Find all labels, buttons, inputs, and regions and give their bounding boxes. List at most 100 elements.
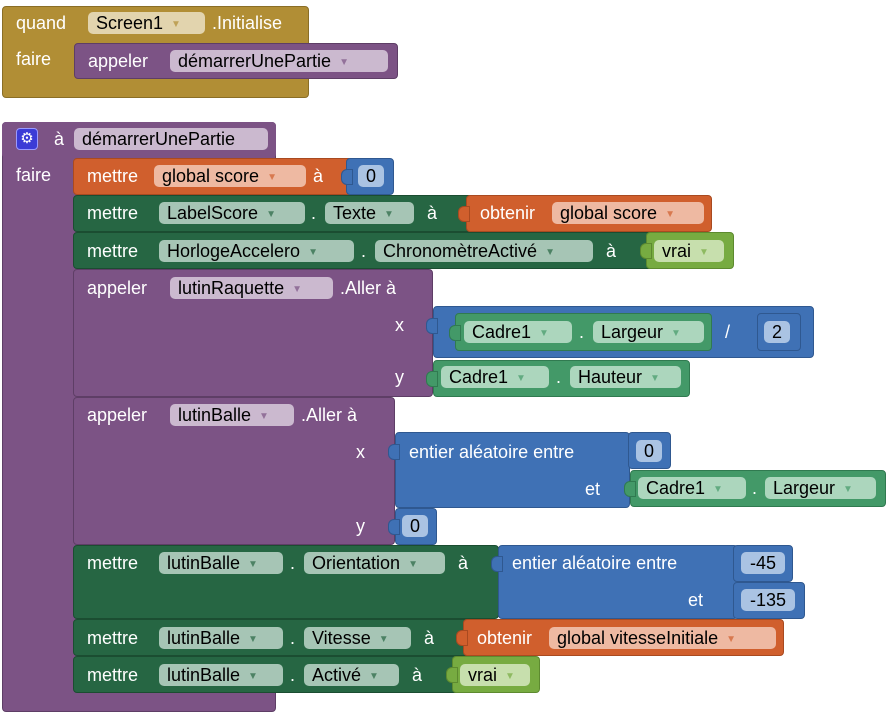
- socket-connector: [446, 667, 458, 683]
- random-label: entier aléatoire entre: [512, 553, 678, 573]
- variable-name: global vitesseInitiale: [557, 628, 719, 648]
- to-label: à: [424, 628, 435, 648]
- variable-dropdown-global-vitesseinitiale[interactable]: global vitesseInitiale ▼: [549, 627, 776, 649]
- number-value[interactable]: -135: [741, 589, 795, 611]
- property-name: Activé: [312, 665, 362, 685]
- and-label: et: [585, 479, 601, 499]
- property-dropdown-active[interactable]: Activé ▼: [304, 664, 399, 686]
- socket-connector: [491, 556, 503, 572]
- dot-separator: .: [290, 553, 296, 573]
- x-label: x: [356, 442, 365, 462]
- divide-operator: /: [725, 322, 731, 342]
- component-name: lutinRaquette: [178, 278, 285, 298]
- property-dropdown-hauteur[interactable]: Hauteur ▼: [570, 366, 681, 388]
- variable-dropdown-global-score[interactable]: global score ▼: [552, 202, 704, 224]
- set-label: mettre: [87, 628, 139, 648]
- to-label: à: [606, 241, 617, 261]
- property-dropdown-texte[interactable]: Texte ▼: [325, 202, 414, 224]
- component-name: lutinBalle: [178, 405, 252, 425]
- number-value[interactable]: 0: [636, 440, 662, 462]
- event-name: .Initialise: [212, 13, 283, 33]
- number-value[interactable]: -45: [741, 552, 785, 574]
- component-name: Cadre1: [472, 322, 532, 342]
- boolean-value: vrai: [468, 665, 498, 685]
- x-label: x: [395, 315, 404, 335]
- dot-separator: .: [752, 478, 758, 498]
- procedure-dropdown[interactable]: démarrerUnePartie ▼: [170, 50, 388, 72]
- dropdown-arrow-icon: ▼: [248, 634, 258, 645]
- dot-separator: .: [579, 322, 585, 342]
- number-value[interactable]: 2: [764, 321, 790, 343]
- component-name: Cadre1: [646, 478, 706, 498]
- dropdown-arrow-icon: ▼: [339, 57, 349, 68]
- to-label: à: [458, 553, 469, 573]
- component-dropdown-lutinballe[interactable]: lutinBalle ▼: [159, 664, 283, 686]
- method-name: .Aller à: [301, 405, 358, 425]
- property-name: Orientation: [312, 553, 401, 573]
- socket-connector: [341, 169, 353, 185]
- boolean-value: vrai: [662, 241, 692, 261]
- procedure-name: démarrerUnePartie: [82, 129, 236, 149]
- set-label: mettre: [87, 665, 139, 685]
- call-label: appeler: [87, 405, 148, 425]
- socket-connector: [449, 325, 461, 341]
- property-name: Vitesse: [312, 628, 371, 648]
- property-dropdown-largeur[interactable]: Largeur ▼: [593, 321, 704, 343]
- dot-separator: .: [361, 241, 367, 261]
- socket-connector: [426, 318, 438, 334]
- number-value[interactable]: 0: [358, 165, 384, 187]
- dot-separator: .: [556, 367, 562, 387]
- call-label: appeler: [88, 51, 149, 71]
- number-value[interactable]: 0: [402, 515, 428, 537]
- property-name: Largeur: [773, 478, 836, 498]
- boolean-dropdown[interactable]: vrai ▼: [460, 664, 530, 686]
- component-name: Screen1: [96, 13, 164, 33]
- property-dropdown-vitesse[interactable]: Vitesse ▼: [304, 627, 411, 649]
- dropdown-arrow-icon: ▼: [408, 559, 418, 570]
- gear-icon[interactable]: ⚙: [16, 128, 38, 150]
- socket-connector: [458, 206, 470, 222]
- set-label: mettre: [87, 553, 139, 573]
- dropdown-arrow-icon: ▼: [539, 328, 549, 339]
- socket-connector: [456, 630, 468, 646]
- property-dropdown-chronometreactive[interactable]: ChronomètreActivé ▼: [375, 240, 593, 262]
- component-dropdown-lutinballe[interactable]: lutinBalle ▼: [170, 404, 294, 426]
- get-label: obtenir: [480, 203, 536, 223]
- component-dropdown-screen1[interactable]: Screen1 ▼: [88, 12, 205, 34]
- component-dropdown-cadre1[interactable]: Cadre1 ▼: [464, 321, 572, 343]
- component-dropdown-labelscore[interactable]: LabelScore ▼: [159, 202, 305, 224]
- dropdown-arrow-icon: ▼: [671, 328, 681, 339]
- dropdown-arrow-icon: ▼: [843, 484, 853, 495]
- component-dropdown-cadre1[interactable]: Cadre1 ▼: [638, 477, 746, 499]
- to-label: à: [313, 166, 324, 186]
- component-dropdown-horlogeaccelero[interactable]: HorlogeAccelero ▼: [159, 240, 354, 262]
- property-name: ChronomètreActivé: [383, 241, 538, 261]
- to-label: à: [412, 665, 423, 685]
- dropdown-arrow-icon: ▼: [248, 671, 258, 682]
- component-dropdown-lutinraquette[interactable]: lutinRaquette ▼: [170, 277, 333, 299]
- component-name: Cadre1: [449, 367, 509, 387]
- property-dropdown-largeur[interactable]: Largeur ▼: [765, 477, 876, 499]
- component-name: lutinBalle: [167, 628, 241, 648]
- call-label: appeler: [87, 278, 148, 298]
- dropdown-arrow-icon: ▼: [516, 373, 526, 384]
- y-label: y: [356, 516, 365, 536]
- dropdown-arrow-icon: ▼: [292, 284, 302, 295]
- boolean-dropdown[interactable]: vrai ▼: [654, 240, 724, 262]
- component-dropdown-lutinballe[interactable]: lutinBalle ▼: [159, 552, 283, 574]
- variable-dropdown-global-score[interactable]: global score ▼: [154, 165, 306, 187]
- dropdown-arrow-icon: ▼: [267, 172, 277, 183]
- property-name: Hauteur: [578, 367, 643, 387]
- property-dropdown-orientation[interactable]: Orientation ▼: [304, 552, 445, 574]
- socket-connector: [388, 519, 400, 535]
- component-dropdown-cadre1[interactable]: Cadre1 ▼: [441, 366, 549, 388]
- component-name: LabelScore: [167, 203, 259, 223]
- procedure-name-field[interactable]: démarrerUnePartie: [74, 128, 268, 150]
- and-label: et: [688, 590, 704, 610]
- component-dropdown-lutinballe[interactable]: lutinBalle ▼: [159, 627, 283, 649]
- dot-separator: .: [311, 203, 317, 223]
- component-name: lutinBalle: [167, 553, 241, 573]
- dropdown-arrow-icon: ▼: [369, 671, 379, 682]
- dropdown-arrow-icon: ▼: [259, 411, 269, 422]
- socket-connector: [426, 371, 438, 387]
